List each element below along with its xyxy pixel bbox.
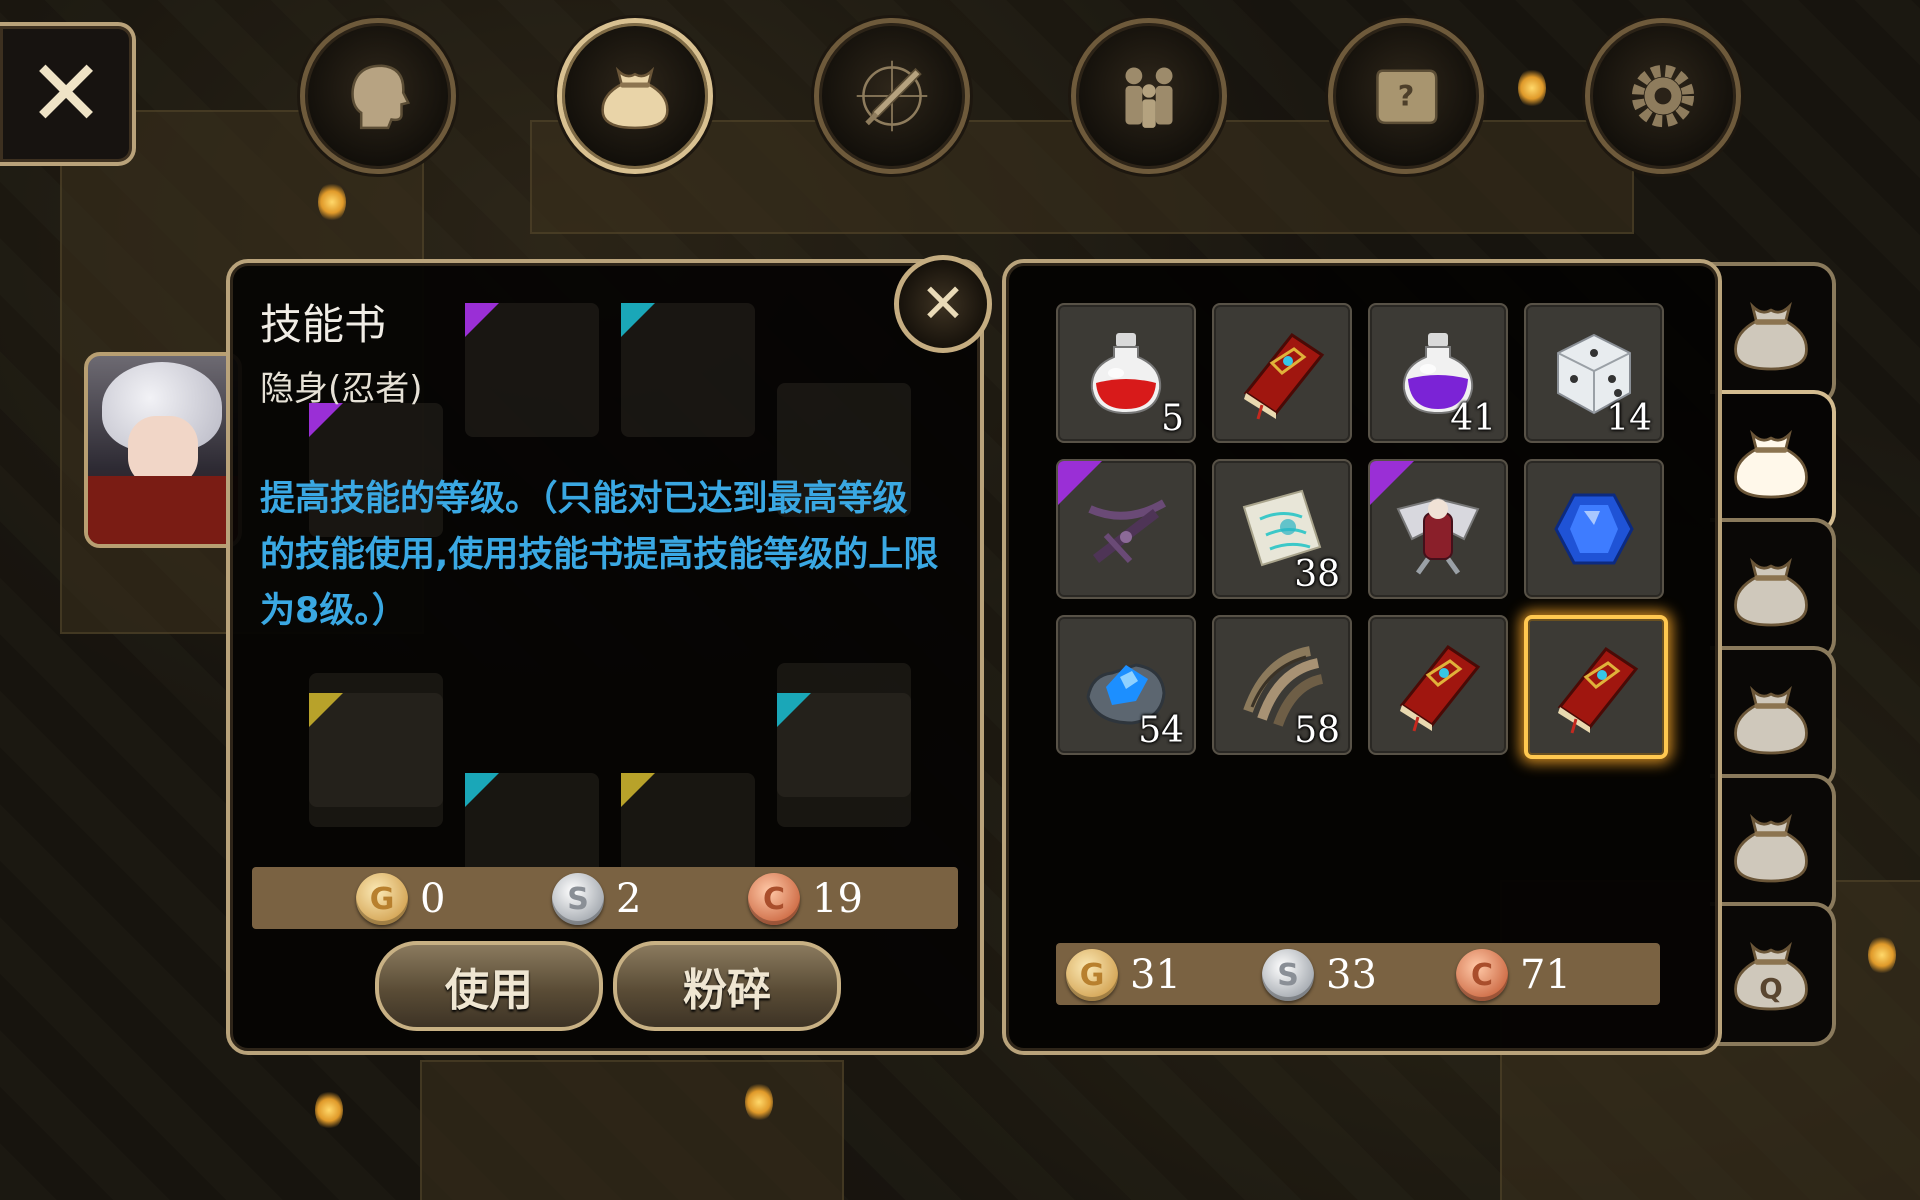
- gold-value: 0: [420, 876, 446, 922]
- nav-party-button[interactable]: [1071, 18, 1227, 174]
- torch-light: [745, 1082, 773, 1122]
- nav-inventory-button[interactable]: [557, 18, 713, 174]
- silver-coin-icon: S: [1262, 949, 1314, 1001]
- bag-icon: [1734, 813, 1808, 883]
- background-floor: [420, 1060, 844, 1200]
- torch-light: [315, 1090, 343, 1130]
- inventory-slot[interactable]: 58: [1212, 615, 1352, 755]
- bag-tab-label: Q: [1759, 972, 1782, 1005]
- bag-icon: [1734, 429, 1808, 499]
- inventory-slot[interactable]: [1368, 615, 1508, 755]
- close-icon: ✕: [27, 40, 105, 147]
- inventory-slot[interactable]: [1368, 459, 1508, 599]
- scroll-icon: ?: [1376, 69, 1438, 125]
- gold-coin-icon: G: [356, 873, 408, 925]
- inventory-slot[interactable]: 5: [1056, 303, 1196, 443]
- blue-gem-icon: [1536, 471, 1652, 587]
- inventory-slot[interactable]: [1524, 459, 1664, 599]
- copper-price: C 19: [748, 873, 863, 925]
- equip-slot-ghost: [465, 303, 599, 437]
- red-skill-book-icon: [1538, 629, 1654, 745]
- sell-price-bar: G 0 S 2 C 19: [252, 867, 958, 929]
- silver-coin-icon: S: [552, 873, 604, 925]
- red-skill-book-icon: [1380, 627, 1496, 743]
- item-quantity: 41: [1450, 398, 1496, 439]
- wallet-bar: G 31 S 33 C 71: [1056, 943, 1660, 1005]
- inventory-slot[interactable]: 38: [1212, 459, 1352, 599]
- torch-light: [318, 182, 346, 222]
- inventory-slot[interactable]: [1524, 615, 1668, 759]
- torch-light: [1518, 68, 1546, 108]
- inventory-slot[interactable]: [1056, 459, 1196, 599]
- nav-quests-button[interactable]: ?: [1328, 18, 1484, 174]
- portrait-scarf: [88, 476, 238, 544]
- bag-tab-bag-2[interactable]: [1710, 390, 1836, 534]
- gold-amount: 31: [1130, 952, 1181, 998]
- svg-text:?: ?: [1398, 79, 1415, 113]
- sword-compass-icon: [856, 60, 928, 132]
- bag-icon: [1734, 301, 1808, 371]
- inventory-slot[interactable]: [1212, 303, 1352, 443]
- people-icon: [1125, 67, 1173, 128]
- close-menu-button[interactable]: ✕: [0, 22, 136, 166]
- inventory-slot[interactable]: 14: [1524, 303, 1664, 443]
- red-skill-book-icon: [1224, 315, 1340, 431]
- silver-value: 2: [616, 876, 642, 922]
- bag-tab-bag-5[interactable]: [1710, 774, 1836, 918]
- item-quantity: 14: [1606, 398, 1652, 439]
- copper-wallet: C 71: [1456, 949, 1571, 1001]
- nav-skills-button[interactable]: [814, 18, 970, 174]
- item-quantity: 38: [1294, 554, 1340, 595]
- bag-tab-bag-4[interactable]: [1710, 646, 1836, 790]
- smash-button[interactable]: 粉碎: [613, 941, 841, 1031]
- close-detail-button[interactable]: ✕: [894, 255, 992, 353]
- gold-wallet: G 31: [1066, 949, 1181, 1001]
- dark-crossbow-icon: [1068, 471, 1184, 587]
- close-icon: ✕: [920, 272, 966, 335]
- bag-icon: [1734, 557, 1808, 627]
- nav-character-button[interactable]: [300, 18, 456, 174]
- item-description: 提高技能的等级。（只能对已达到最高等级的技能使用,使用技能书提高技能等级的上限为…: [260, 479, 939, 631]
- item-name: 技能书: [260, 300, 387, 349]
- gear-icon: [1631, 64, 1695, 128]
- character-portrait[interactable]: [84, 352, 242, 548]
- item-quantity: 54: [1138, 710, 1184, 751]
- use-button[interactable]: 使用: [375, 941, 603, 1031]
- inventory-panel: 5 41 14 38 54 58 G 31 S 33 C 71: [1002, 259, 1722, 1055]
- head-icon: [351, 64, 411, 130]
- silver-amount: 33: [1326, 952, 1377, 998]
- item-detail-panel: 技能书 隐身(忍者) 提高技能的等级。（只能对已达到最高等级的技能使用,使用技能…: [226, 255, 992, 1055]
- equip-slot-ghost: [777, 693, 911, 827]
- silver-wallet: S 33: [1262, 949, 1377, 1001]
- bag-tab-bag-1[interactable]: [1710, 262, 1836, 406]
- equip-slot-ghost: [309, 693, 443, 827]
- torch-light: [1868, 935, 1896, 975]
- gold-coin-icon: G: [1066, 949, 1118, 1001]
- bag-icon: [601, 66, 669, 130]
- bag-icon: [1734, 685, 1808, 755]
- bag-icon: Q: [1734, 941, 1808, 1011]
- copper-amount: 71: [1520, 952, 1571, 998]
- copper-coin-icon: C: [748, 873, 800, 925]
- silver-price: S 2: [552, 873, 641, 925]
- winged-armor-icon: [1380, 471, 1496, 587]
- bag-tab-bag-3[interactable]: [1710, 518, 1836, 662]
- inventory-slot[interactable]: 41: [1368, 303, 1508, 443]
- item-subtitle: 隐身(忍者): [260, 369, 423, 409]
- bag-tab-quest-bag[interactable]: Q: [1710, 902, 1836, 1046]
- nav-settings-button[interactable]: [1585, 18, 1741, 174]
- inventory-slot[interactable]: 54: [1056, 615, 1196, 755]
- item-quantity: 5: [1161, 398, 1184, 439]
- copper-coin-icon: C: [1456, 949, 1508, 1001]
- equip-slot-ghost: [621, 303, 755, 437]
- item-quantity: 58: [1294, 710, 1340, 751]
- gold-price: G 0: [356, 873, 445, 925]
- copper-value: 19: [812, 876, 863, 922]
